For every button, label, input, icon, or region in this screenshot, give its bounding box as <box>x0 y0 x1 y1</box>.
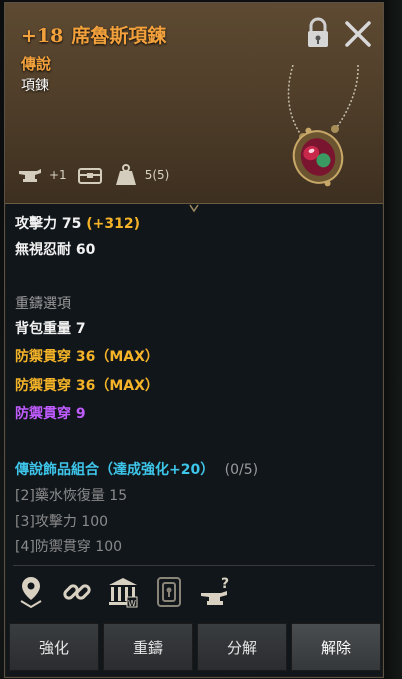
anvil-icon <box>17 163 43 187</box>
lock-slot-icon[interactable] <box>153 575 185 609</box>
svg-text:?: ? <box>221 576 229 592</box>
close-icon[interactable] <box>343 19 373 49</box>
necklace-image <box>263 64 373 195</box>
title-row: +18 席魯斯項鍊 <box>21 21 166 48</box>
recast-option-4: 防禦貫穿 9 <box>15 406 86 422</box>
divider-ornament <box>189 198 199 213</box>
anvil-question-icon[interactable]: ? <box>199 575 231 609</box>
recast-option-3: 防禦貫穿 36（MAX） <box>15 378 159 394</box>
attack-bonus: (+312) <box>86 216 140 232</box>
item-attribute-icons: +1 5(5) <box>17 163 169 187</box>
lock-icon[interactable] <box>305 17 331 49</box>
recast-option-2: 防禦貫穿 36（MAX） <box>15 349 159 365</box>
location-icon[interactable] <box>15 575 47 609</box>
set-bonus-title-row: 傳說飾品組合（達成強化+20） (0/5) <box>15 459 258 479</box>
item-grade: 傳說 <box>21 55 52 73</box>
item-header: +18 席魯斯項鍊 傳說 項鍊 +1 5(5) <box>5 3 383 204</box>
dismantle-button[interactable]: 分解 <box>197 623 287 671</box>
set-bonus-1: [2]藥水恢復量 15 <box>15 488 128 504</box>
svg-text:W: W <box>128 599 136 608</box>
set-bonus-2: [3]攻擊力 100 <box>15 514 109 530</box>
recast-option-1: 背包重量 7 <box>15 321 86 337</box>
set-bonus-title: 傳說飾品組合（達成強化+20） <box>15 462 215 478</box>
release-button[interactable]: 解除 <box>291 623 381 671</box>
bank-icon[interactable]: W <box>107 575 139 609</box>
recast-button[interactable]: 重鑄 <box>103 623 193 671</box>
stat-attack: 攻擊力 75 (+312) <box>15 213 140 233</box>
attack-value: 攻擊力 75 <box>15 216 82 232</box>
enhance-button[interactable]: 強化 <box>9 623 99 671</box>
set-bonus-progress: (0/5) <box>224 462 259 478</box>
anvil-badge: +1 <box>49 168 67 182</box>
set-bonus-3: [4]防禦貫穿 100 <box>15 539 123 555</box>
link-icon[interactable] <box>61 575 93 609</box>
weight-icon <box>113 163 139 187</box>
item-tooltip-panel: +18 席魯斯項鍊 傳說 項鍊 +1 5(5) 攻擊力 75 (+312) 無視… <box>4 2 384 678</box>
background-strip <box>384 0 402 679</box>
chest-icon <box>77 163 103 187</box>
tools-divider <box>13 565 375 566</box>
weight-count: 5(5) <box>144 168 170 182</box>
tool-row: W ? <box>15 575 231 609</box>
item-type: 項鍊 <box>21 78 49 94</box>
item-name: 席魯斯項鍊 <box>71 25 167 47</box>
stat-ignore-resist: 無視忍耐 60 <box>15 242 96 258</box>
action-buttons: 強化 重鑄 分解 解除 <box>9 623 381 671</box>
recast-header: 重鑄選項 <box>15 296 71 312</box>
enhance-level: +18 <box>21 25 64 47</box>
